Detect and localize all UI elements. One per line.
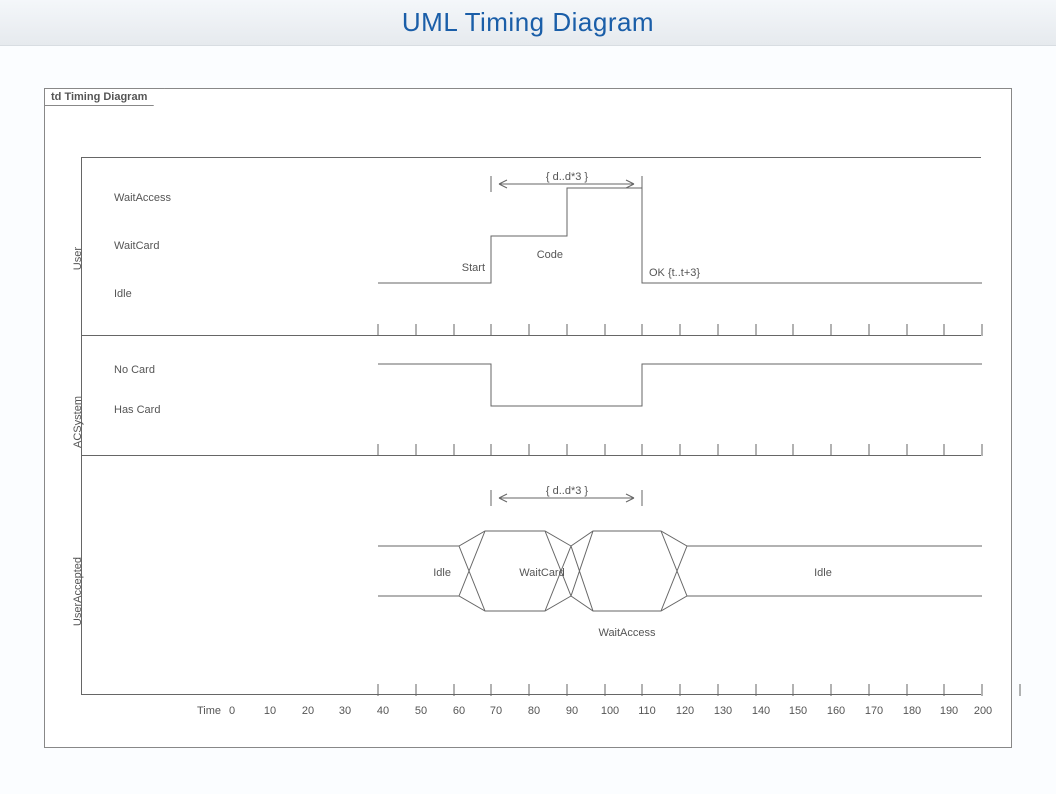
event-start: Start bbox=[462, 262, 485, 274]
user-waveform: { d..d*3 } Start Code OK {t..t+3} bbox=[227, 158, 982, 336]
tick-label: 0 bbox=[229, 705, 235, 717]
user-plot: { d..d*3 } Start Code OK {t..t+3} bbox=[227, 158, 981, 335]
tick-label: 140 bbox=[752, 705, 770, 717]
seg-waitcard: WaitCard bbox=[519, 567, 564, 579]
tick-label: 40 bbox=[377, 705, 389, 717]
lifeline-ua-label: UserAccepted bbox=[72, 557, 84, 626]
page-title: UML Timing Diagram bbox=[402, 7, 654, 38]
state-label-hascard: Has Card bbox=[114, 404, 160, 416]
lifeline-useraccepted: UserAccepted { d..d*3 } bbox=[82, 455, 981, 657]
tick-label: 130 bbox=[714, 705, 732, 717]
seg-waitaccess: WaitAccess bbox=[598, 627, 656, 639]
page-header: UML Timing Diagram bbox=[0, 0, 1056, 46]
ticks-acs bbox=[227, 443, 981, 455]
tick-label: 110 bbox=[638, 705, 656, 717]
state-label-waitaccess: WaitAccess bbox=[114, 192, 171, 204]
content-area: td Timing Diagram User WaitAccess WaitCa… bbox=[0, 46, 1056, 778]
lifeline-user: User WaitAccess WaitCard Idle { d..d*3 } bbox=[82, 157, 981, 335]
tick-label: 70 bbox=[490, 705, 502, 717]
tick-label: 100 bbox=[601, 705, 619, 717]
tick-label: 50 bbox=[415, 705, 427, 717]
ua-waveform: { d..d*3 } Idle WaitCard WaitAccess bbox=[227, 456, 982, 658]
constraint-ua: { d..d*3 } bbox=[546, 485, 589, 497]
state-label-nocard: No Card bbox=[114, 364, 155, 376]
tick-label: 90 bbox=[566, 705, 578, 717]
tick-label: 120 bbox=[676, 705, 694, 717]
tick-label: 10 bbox=[264, 705, 276, 717]
event-code: Code bbox=[537, 249, 563, 261]
tick-label: 200 bbox=[974, 705, 992, 717]
state-label-waitcard: WaitCard bbox=[114, 240, 159, 252]
tick-label: 20 bbox=[302, 705, 314, 717]
ua-plot: { d..d*3 } Idle WaitCard WaitAccess bbox=[227, 456, 981, 657]
tick-label: 60 bbox=[453, 705, 465, 717]
seg-idle1: Idle bbox=[433, 567, 451, 579]
tick-label: 30 bbox=[339, 705, 351, 717]
acs-waveform bbox=[227, 336, 982, 456]
lifeline-user-label: User bbox=[72, 247, 84, 270]
time-axis-labels: 0 10 20 30 40 50 60 70 80 90 100 110 120… bbox=[226, 703, 1011, 723]
acs-plot bbox=[227, 336, 981, 455]
seg-idle2: Idle bbox=[814, 567, 832, 579]
constraint-user: { d..d*3 } bbox=[546, 171, 589, 183]
tick-label: 80 bbox=[528, 705, 540, 717]
lifeline-acs-label: ACSystem bbox=[72, 396, 84, 448]
state-label-idle: Idle bbox=[114, 288, 132, 300]
ticks-user bbox=[227, 323, 981, 335]
timing-diagram: User WaitAccess WaitCard Idle { d..d*3 } bbox=[81, 157, 981, 695]
time-axis-caption: Time bbox=[197, 705, 221, 717]
diagram-frame: td Timing Diagram User WaitAccess WaitCa… bbox=[44, 88, 1012, 748]
tick-label: 180 bbox=[903, 705, 921, 717]
frame-tab: td Timing Diagram bbox=[44, 88, 165, 106]
lifeline-acsystem: ACSystem No Card Has Card bbox=[82, 335, 981, 455]
tick-label: 150 bbox=[789, 705, 807, 717]
tick-label: 170 bbox=[865, 705, 883, 717]
event-ok: OK {t..t+3} bbox=[649, 267, 700, 279]
tick-label: 160 bbox=[827, 705, 845, 717]
tick-label: 190 bbox=[940, 705, 958, 717]
ticks-bottom bbox=[227, 683, 981, 695]
